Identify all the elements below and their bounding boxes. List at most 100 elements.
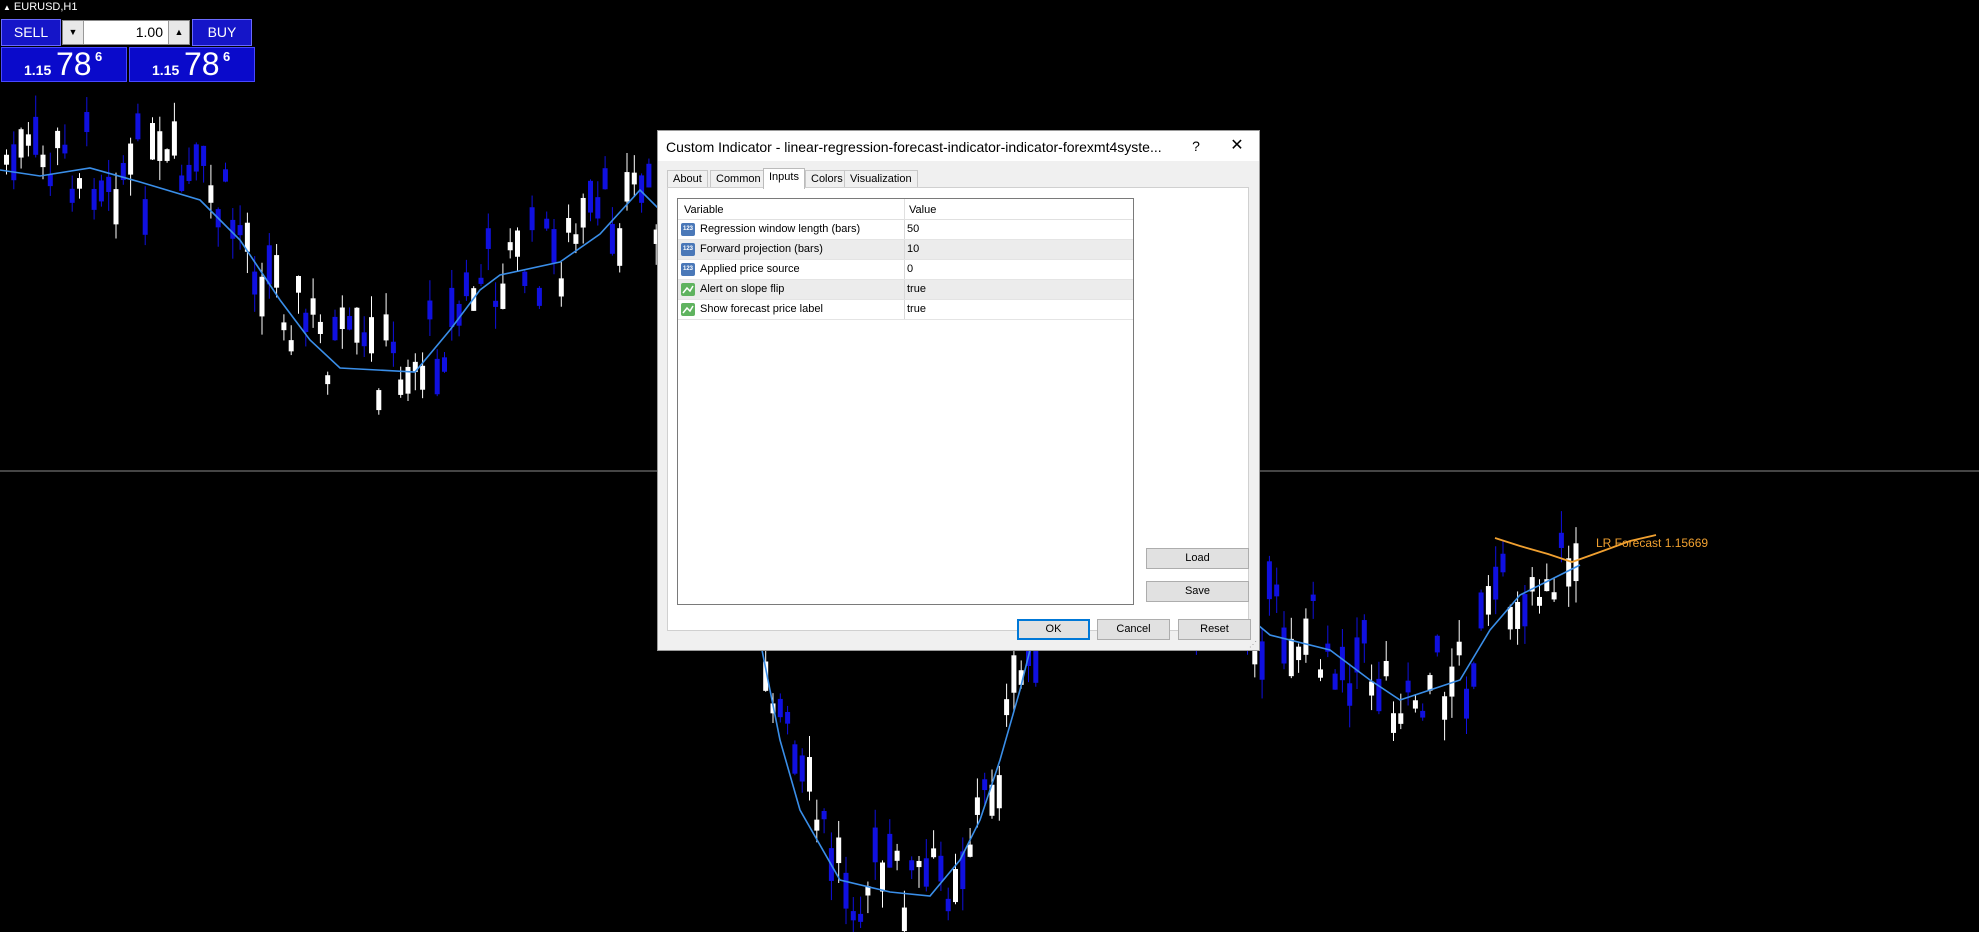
table-row[interactable]: Alert on slope flip true [678, 280, 1133, 300]
candle-body [18, 129, 24, 158]
reset-button[interactable]: Reset [1178, 619, 1251, 640]
param-variable: Show forecast price label [700, 303, 823, 315]
numeric-param-icon: 123 [681, 243, 695, 256]
candle-body [398, 379, 404, 395]
tab-inputs[interactable]: Inputs [763, 168, 805, 189]
candle-body [1405, 680, 1411, 693]
save-button[interactable]: Save [1146, 581, 1249, 602]
ask-price-button[interactable]: 1.15 78 6 [129, 46, 255, 82]
candle-body [485, 228, 491, 249]
tab-colors[interactable]: Colors [805, 170, 849, 188]
table-row[interactable]: 123 Applied price source 0 [678, 260, 1133, 280]
param-value[interactable]: 0 [907, 263, 913, 275]
candle-body [201, 145, 207, 166]
candle-body [332, 316, 338, 341]
sell-button[interactable]: SELL [1, 19, 61, 46]
candle-body [383, 314, 389, 341]
param-variable: Alert on slope flip [700, 283, 785, 295]
candle-body [624, 172, 630, 202]
tab-about[interactable]: About [667, 170, 708, 188]
header-variable[interactable]: Variable [684, 204, 724, 216]
candle-body [1266, 561, 1272, 600]
tab-common[interactable]: Common [710, 170, 767, 188]
candle-body [62, 144, 68, 154]
dialog-titlebar[interactable]: Custom Indicator - linear-regression-for… [658, 131, 1259, 161]
candle-body [850, 911, 856, 921]
cancel-button[interactable]: Cancel [1097, 619, 1170, 640]
candle-body [77, 178, 82, 189]
candle-body [901, 907, 907, 932]
help-icon[interactable]: ? [1185, 135, 1207, 157]
candle-body [536, 287, 542, 306]
candle-body [1361, 620, 1367, 644]
candle-body [449, 287, 455, 328]
param-value[interactable]: 10 [907, 243, 919, 255]
candle-body [135, 113, 141, 140]
table-row[interactable]: Show forecast price label true [678, 300, 1133, 320]
candle-body [1288, 638, 1294, 677]
candle-body [55, 130, 61, 149]
candle-body [974, 797, 980, 815]
bid-price-pips: 78 [56, 46, 92, 82]
candle-body [551, 229, 557, 263]
candle-body [529, 207, 535, 231]
candle-body [1507, 606, 1513, 630]
candle-body [785, 711, 791, 724]
buy-button[interactable]: BUY [192, 19, 252, 46]
load-button[interactable]: Load [1146, 548, 1249, 569]
bid-price-button[interactable]: 1.15 78 6 [1, 46, 127, 82]
candle-body [1004, 699, 1010, 716]
header-value[interactable]: Value [909, 204, 936, 216]
candle-body [872, 827, 878, 863]
candle-body [1383, 661, 1389, 677]
candle-body [478, 277, 484, 284]
candle-body [1493, 566, 1499, 600]
candle-body [310, 298, 316, 315]
candle-body [223, 169, 228, 182]
candle-body [931, 848, 937, 858]
close-icon[interactable]: ✕ [1226, 135, 1248, 157]
candle-body [566, 218, 572, 233]
param-value[interactable]: 50 [907, 223, 919, 235]
candle-body [4, 154, 9, 165]
candle-body [274, 255, 280, 288]
boolean-param-icon [681, 303, 695, 316]
candle-body [259, 276, 265, 317]
candle-body [792, 744, 798, 774]
candle-body [1551, 592, 1557, 600]
candle-body [142, 199, 148, 235]
candle-body [288, 340, 294, 352]
candle-body [1434, 635, 1440, 653]
candle-body [25, 134, 31, 146]
candle-body [325, 375, 331, 385]
table-row[interactable]: 123 Regression window length (bars) 50 [678, 220, 1133, 240]
candle-body [1478, 592, 1484, 629]
param-value[interactable]: true [907, 283, 926, 295]
lot-size-field[interactable]: ▼ 1.00 ▲ [62, 20, 190, 45]
lot-size-value[interactable]: 1.00 [136, 21, 163, 44]
resize-grip-icon[interactable]: ⋰ [1249, 640, 1257, 649]
candle-body [887, 833, 893, 868]
candle-body [84, 112, 90, 133]
candle-body [1500, 553, 1506, 573]
candle-body [880, 862, 885, 892]
tab-visualization[interactable]: Visualization [844, 170, 918, 188]
candle-body [923, 858, 929, 887]
candle-body [1318, 669, 1323, 678]
candle-body [1259, 641, 1265, 680]
ok-button[interactable]: OK [1017, 619, 1090, 640]
candle-body [1427, 675, 1433, 691]
candle-body [281, 322, 287, 331]
chevron-down-icon[interactable]: ▼ [63, 21, 84, 44]
custom-indicator-dialog: Custom Indicator - linear-regression-for… [657, 130, 1260, 651]
candle-body [602, 168, 608, 190]
candle-body [938, 855, 944, 882]
candle-body [1011, 655, 1017, 693]
ask-price-fraction: 6 [223, 49, 231, 64]
candle-body [595, 197, 601, 219]
table-row[interactable]: 123 Forward projection (bars) 10 [678, 240, 1133, 260]
candle-body [376, 390, 382, 411]
chevron-up-icon[interactable]: ▲ [168, 21, 189, 44]
param-value[interactable]: true [907, 303, 926, 315]
bid-price-big: 1.15 [24, 62, 52, 78]
